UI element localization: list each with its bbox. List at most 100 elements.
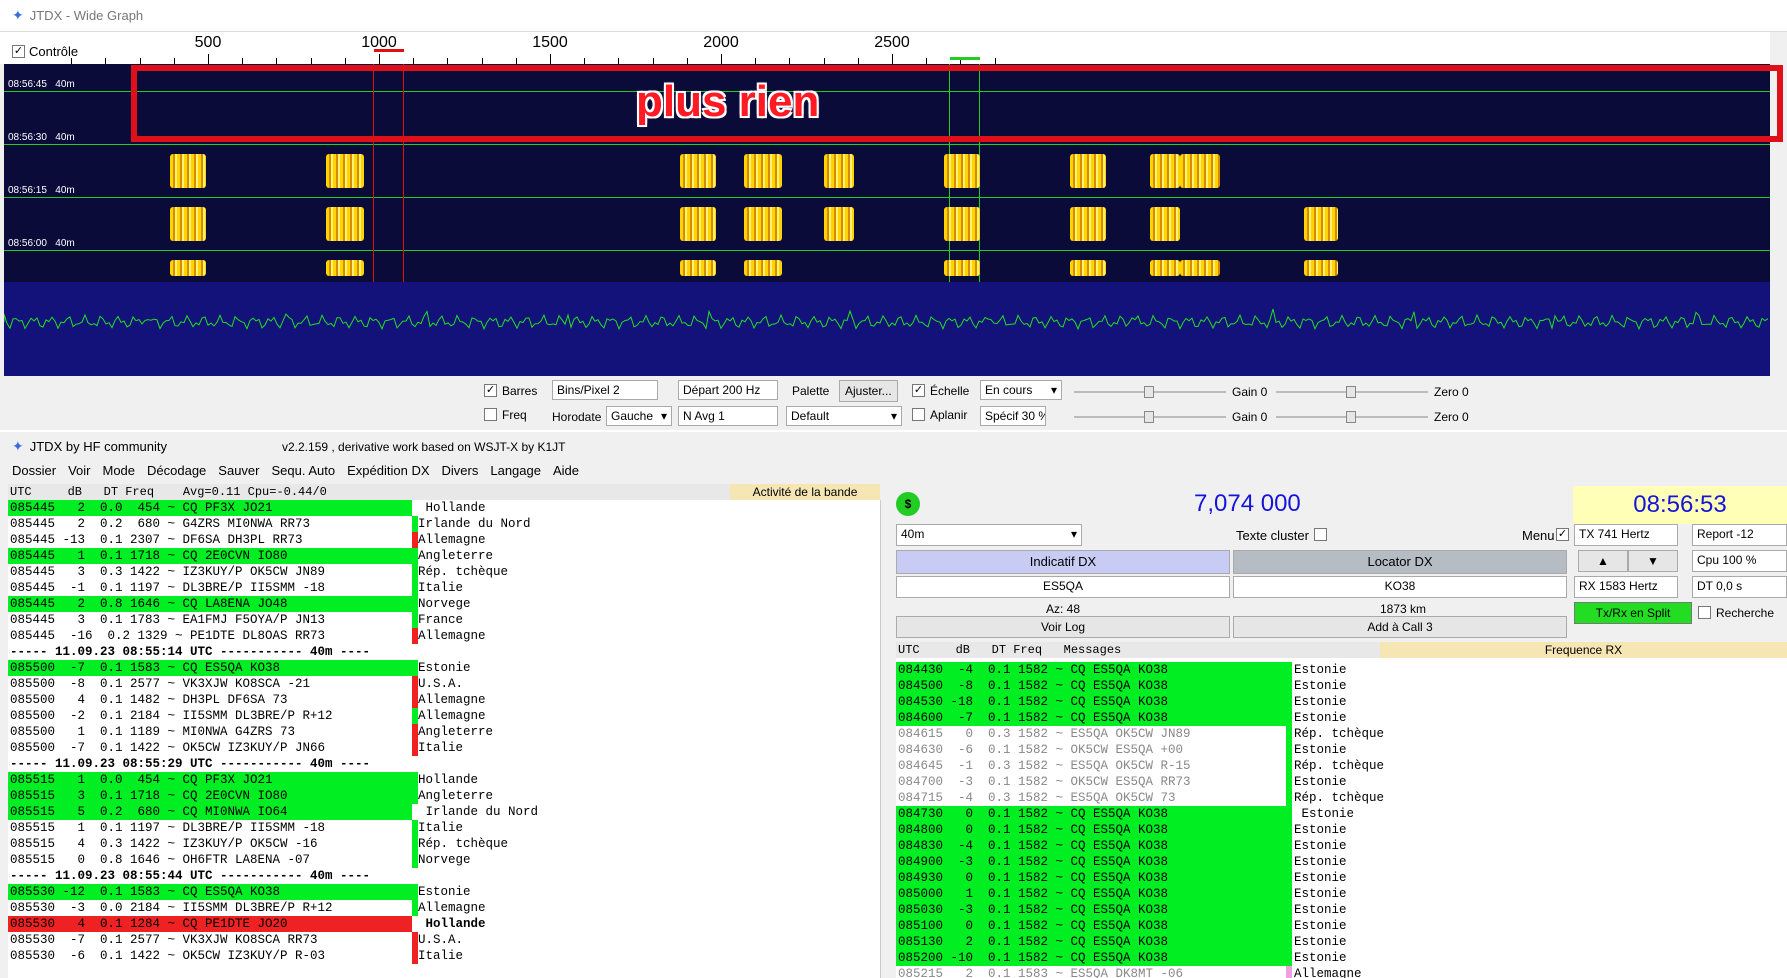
table-row[interactable]: 085515 4 0.3 1422 ~ IZ3KUY/P OK5CW -16 Ré… [10, 836, 878, 852]
specif-spinbox[interactable]: Spécif 30 % [980, 406, 1046, 426]
table-row[interactable]: 084930 0 0.1 1582 ~ CQ ES5QA KO38 Estonie [896, 870, 1778, 886]
depart-spinbox[interactable]: Départ 200 Hz [678, 380, 778, 400]
table-row[interactable]: 085100 0 0.1 1582 ~ CQ ES5QA KO38 Estonie [896, 918, 1778, 934]
table-row[interactable]: 085515 0 0.8 1646 ~ OH6FTR LA8ENA -07 Nor… [10, 852, 878, 868]
ajuster-button[interactable]: Ajuster... [839, 380, 898, 402]
menu-item[interactable]: Sequ. Auto [272, 463, 336, 478]
time-separator[interactable]: ----- 11.09.23 08:55:44 UTC ----------- … [10, 868, 878, 884]
dx-grid-field[interactable]: KO38 [1233, 576, 1567, 598]
table-row[interactable]: 085500 -7 0.1 1583 ~ CQ ES5QA KO38 Estoni… [8, 660, 878, 676]
rx-frequency-spinbox[interactable]: RX 1583 Hertz [1574, 576, 1678, 598]
menu-item[interactable]: Sauver [218, 463, 259, 478]
slider-handle[interactable] [1144, 411, 1154, 423]
table-row[interactable]: 085530 -7 0.1 2577 ~ VK3XJW KO8SCA RR73 U… [10, 932, 878, 948]
table-row[interactable]: 085445 3 0.1 1783 ~ EA1FMJ F5OYA/P JN13 F… [10, 612, 878, 628]
table-row[interactable]: 084715 -4 0.3 1582 ~ ES5QA OK5CW 73 Rép. … [898, 790, 1778, 806]
menu-item[interactable]: Divers [442, 463, 479, 478]
wide-graph-window: ✦ JTDX - Wide Graph 500 1000 1500 2000 2500 … [0, 0, 1787, 430]
arrow-down-icon[interactable]: ▼ [1628, 550, 1678, 572]
table-row[interactable]: 085445 2 0.8 1646 ~ CQ LA8ENA JO48 Norveg… [8, 596, 878, 612]
table-row[interactable]: 085530 -3 0.0 2184 ~ II5SMM DL3BRE/P R+1… [10, 900, 878, 916]
table-row[interactable]: 085530 -6 0.1 1422 ~ OK5CW IZ3KUY/P R-03… [10, 948, 878, 964]
table-row[interactable]: 085445 1 0.1 1718 ~ CQ 2E0CVN IO80 Anglet… [8, 548, 878, 564]
rx-frequency-list[interactable]: 084430 -4 0.1 1582 ~ CQ ES5QA KO38 Estoni… [896, 658, 1787, 978]
signal-trace [744, 207, 782, 241]
slider-handle[interactable] [1144, 386, 1154, 398]
table-row[interactable]: 085515 1 0.0 454 ~ CQ PF3X JO21 Hollande [8, 772, 878, 788]
table-row[interactable]: 085515 1 0.1 1197 ~ DL3BRE/P II5SMM -18 I… [10, 820, 878, 836]
split-button[interactable]: Tx/Rx en Split [1574, 602, 1692, 624]
table-row[interactable]: 085530 -12 0.1 1583 ~ CQ ES5QA KO38 Eston… [8, 884, 878, 900]
menu-item[interactable]: Décodage [147, 463, 206, 478]
echelle-checkbox[interactable]: ✓ [912, 384, 925, 397]
menu-item[interactable]: Voir [68, 463, 90, 478]
menu-checkbox[interactable]: ✓ [1556, 528, 1569, 541]
country-marker [1286, 966, 1292, 978]
table-row[interactable]: 084730 0 0.1 1582 ~ CQ ES5QA KO38 Estoni… [896, 806, 1778, 822]
table-row[interactable]: 085000 1 0.1 1582 ~ CQ ES5QA KO38 Estonie [896, 886, 1778, 902]
signal-trace [744, 260, 782, 276]
table-row[interactable]: 085500 -8 0.1 2577 ~ VK3XJW KO8SCA -21 U.… [10, 676, 878, 692]
table-row[interactable]: 085500 -2 0.1 2184 ~ II5SMM DL3BRE/P R+1… [10, 708, 878, 724]
message-text: 085530 -12 0.1 1583 ~ CQ ES5QA KO38 [10, 885, 281, 899]
report-spinbox[interactable]: Report -12 [1692, 524, 1787, 546]
add-call-button[interactable]: Add à Call 3 [1233, 616, 1567, 638]
table-row[interactable]: 084500 -8 0.1 1582 ~ CQ ES5QA KO38 Estoni… [896, 678, 1778, 694]
table-row[interactable]: 085530 4 0.1 1284 ~ CQ PE1DTE JO20 Holla… [8, 916, 878, 932]
country-label: Allemagne [418, 901, 486, 915]
recherche-checkbox[interactable] [1698, 606, 1711, 619]
table-row[interactable]: 085445 2 0.0 454 ~ CQ PF3X JO21 Hollande [8, 500, 878, 516]
tx-frequency-spinbox[interactable]: TX 741 Hertz [1574, 524, 1678, 546]
table-row[interactable]: 085515 5 0.2 680 ~ CQ MI0NWA IO64 Irland… [8, 804, 878, 820]
table-row[interactable]: 084645 -1 0.3 1582 ~ ES5QA OK5CW R-15 Rép… [898, 758, 1778, 774]
menu-item[interactable]: Expédition DX [347, 463, 429, 478]
dx-call-field[interactable]: ES5QA [896, 576, 1230, 598]
table-row[interactable]: 085030 -3 0.1 1582 ~ CQ ES5QA KO38 Estoni… [896, 902, 1778, 918]
texte-cluster-checkbox[interactable] [1314, 528, 1327, 541]
time-separator[interactable]: ----- 11.09.23 08:55:29 UTC ----------- … [10, 756, 878, 772]
table-row[interactable]: 084530 -18 0.1 1582 ~ CQ ES5QA KO38 Eston… [896, 694, 1778, 710]
barres-checkbox[interactable]: ✓ [484, 384, 497, 397]
palette-select[interactable]: Default ▾ [786, 406, 902, 426]
band-activity-scrollbar[interactable] [880, 500, 892, 978]
freq-checkbox[interactable] [484, 408, 497, 421]
table-row[interactable]: 084800 0 0.1 1582 ~ CQ ES5QA KO38 Estonie [896, 822, 1778, 838]
aplanir-checkbox[interactable] [912, 408, 925, 421]
bins-pixel-spinbox[interactable]: Bins/Pixel 2 [552, 380, 658, 400]
controle-checkbox[interactable]: ✓ Contrôle [12, 44, 78, 59]
country-marker [1286, 694, 1292, 710]
slider-handle[interactable] [1346, 386, 1356, 398]
table-row[interactable]: 085500 1 0.1 1189 ~ MI0NWA G4ZRS 73 Angle… [10, 724, 878, 740]
arrow-up-icon[interactable]: ▲ [1578, 550, 1628, 572]
menu-item[interactable]: Mode [102, 463, 135, 478]
table-row[interactable]: 085215 2 0.1 1583 ~ ES5QA DK8MT -06 Allem… [898, 966, 1778, 978]
table-row[interactable]: 084615 0 0.3 1582 ~ ES5QA OK5CW JN89 Rép.… [898, 726, 1778, 742]
band-activity-list[interactable]: 085445 2 0.0 454 ~ CQ PF3X JO21 Hollande… [8, 500, 880, 978]
table-row[interactable]: 084900 -3 0.1 1582 ~ CQ ES5QA KO38 Estoni… [896, 854, 1778, 870]
menu-item[interactable]: Langage [490, 463, 541, 478]
navg-spinbox[interactable]: N Avg 1 [678, 406, 778, 426]
horodate-select[interactable]: Gauche ▾ [606, 406, 672, 426]
table-row[interactable]: 084630 -6 0.1 1582 ~ OK5CW ES5QA +00 Esto… [898, 742, 1778, 758]
table-row[interactable]: 085500 4 0.1 1482 ~ DH3PL DF6SA 73 Allema… [10, 692, 878, 708]
table-row[interactable]: 085445 -16 0.2 1329 ~ PE1DTE DL8OAS RR73… [10, 628, 878, 644]
menu-item[interactable]: Aide [553, 463, 579, 478]
table-row[interactable]: 085445 2 0.2 680 ~ G4ZRS MI0NWA RR73 Irla… [10, 516, 878, 532]
table-row[interactable]: 084600 -7 0.1 1582 ~ CQ ES5QA KO38 Estoni… [896, 710, 1778, 726]
table-row[interactable]: 085130 2 0.1 1582 ~ CQ ES5QA KO38 Estonie [896, 934, 1778, 950]
menu-item[interactable]: Dossier [12, 463, 56, 478]
table-row[interactable]: 084830 -4 0.1 1582 ~ CQ ES5QA KO38 Estoni… [896, 838, 1778, 854]
table-row[interactable]: 085445 -13 0.1 2307 ~ DF6SA DH3PL RR73 Al… [10, 532, 878, 548]
table-row[interactable]: 084430 -4 0.1 1582 ~ CQ ES5QA KO38 Estoni… [896, 662, 1778, 678]
table-row[interactable]: 085500 -7 0.1 1422 ~ OK5CW IZ3KUY/P JN66… [10, 740, 878, 756]
slider-handle[interactable] [1346, 411, 1356, 423]
band-select[interactable]: 40m ▾ [896, 524, 1082, 546]
table-row[interactable]: 085445 -1 0.1 1197 ~ DL3BRE/P II5SMM -18… [10, 580, 878, 596]
table-row[interactable]: 084700 -3 0.1 1582 ~ OK5CW ES5QA RR73 Est… [898, 774, 1778, 790]
voir-log-button[interactable]: Voir Log [896, 616, 1230, 638]
table-row[interactable]: 085515 3 0.1 1718 ~ CQ 2E0CVN IO80 Anglet… [8, 788, 878, 804]
mode-select[interactable]: En cours ▾ [980, 380, 1062, 400]
table-row[interactable]: 085445 3 0.3 1422 ~ IZ3KUY/P OK5CW JN89 R… [10, 564, 878, 580]
table-row[interactable]: 085200 -10 0.1 1582 ~ CQ ES5QA KO38 Eston… [896, 950, 1778, 966]
time-separator[interactable]: ----- 11.09.23 08:55:14 UTC ----------- … [10, 644, 878, 660]
